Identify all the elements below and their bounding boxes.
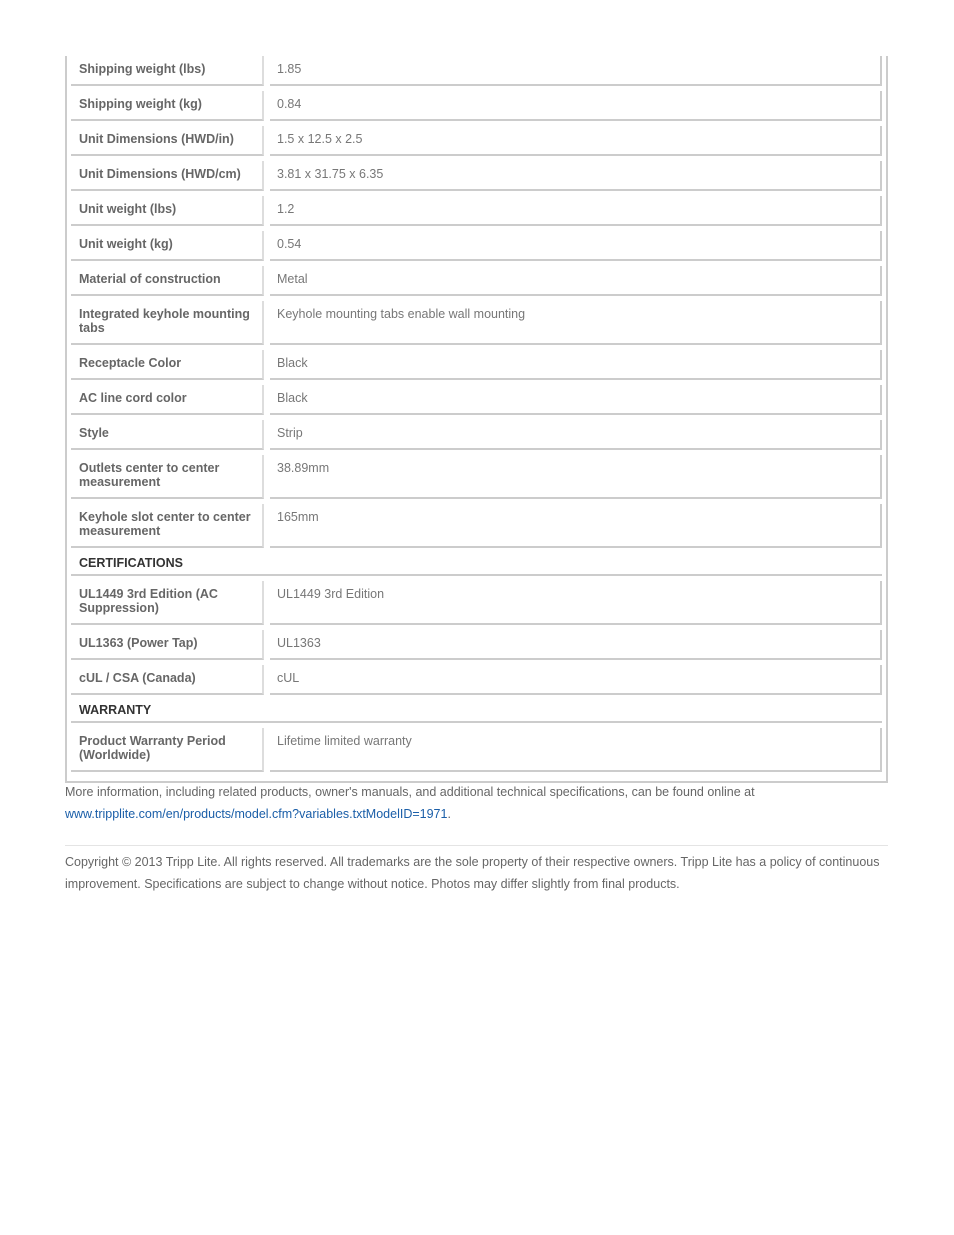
- spec-row: Unit Dimensions (HWD/cm) 3.81 x 31.75 x 6…: [71, 161, 882, 191]
- spec-value: Metal: [270, 266, 882, 296]
- spec-label: Receptacle Color: [71, 350, 264, 380]
- section-header: WARRANTY: [71, 700, 882, 723]
- spec-value: 38.89mm: [270, 455, 882, 499]
- spec-row: Integrated keyhole mounting tabs Keyhole …: [71, 301, 882, 345]
- spec-label: Integrated keyhole mounting tabs: [71, 301, 264, 345]
- link-suffix: .: [447, 807, 451, 821]
- section-header-row: CERTIFICATIONS: [71, 553, 882, 576]
- spec-row: Style Strip: [71, 420, 882, 450]
- spec-value: UL1449 3rd Edition: [270, 581, 882, 625]
- specifications-table-body: Shipping weight (lbs) 1.85 Shipping weight…: [71, 56, 882, 772]
- spec-label: Shipping weight (kg): [71, 91, 264, 121]
- spec-label: Shipping weight (lbs): [71, 56, 264, 86]
- spec-row: Unit weight (kg) 0.54: [71, 231, 882, 261]
- spec-row: UL1449 3rd Edition (AC Suppression) UL144…: [71, 581, 882, 625]
- spec-row: Receptacle Color Black: [71, 350, 882, 380]
- spec-row: Material of construction Metal: [71, 266, 882, 296]
- spec-value: cUL: [270, 665, 882, 695]
- spec-row: Unit Dimensions (HWD/in) 1.5 x 12.5 x 2.5: [71, 126, 882, 156]
- spec-label: UL1449 3rd Edition (AC Suppression): [71, 581, 264, 625]
- spec-value: Black: [270, 385, 882, 415]
- spec-label: Unit Dimensions (HWD/in): [71, 126, 264, 156]
- spec-label: Product Warranty Period (Worldwide): [71, 728, 264, 772]
- spec-value: 0.54: [270, 231, 882, 261]
- spec-value: 165mm: [270, 504, 882, 548]
- spec-label: Material of construction: [71, 266, 264, 296]
- spec-label: Unit Dimensions (HWD/cm): [71, 161, 264, 191]
- section-header: CERTIFICATIONS: [71, 553, 882, 576]
- spec-value: 1.5 x 12.5 x 2.5: [270, 126, 882, 156]
- spec-value: Keyhole mounting tabs enable wall mounti…: [270, 301, 882, 345]
- spec-row: AC line cord color Black: [71, 385, 882, 415]
- more-info-paragraph: More information, including related prod…: [65, 781, 888, 825]
- spec-row: UL1363 (Power Tap) UL1363: [71, 630, 882, 660]
- section-header-row: WARRANTY: [71, 700, 882, 723]
- copyright-notice: Copyright © 2013 Tripp Lite. All rights …: [65, 855, 880, 891]
- spec-value: Black: [270, 350, 882, 380]
- spec-row: Unit weight (lbs) 1.2: [71, 196, 882, 226]
- specifications-table: Shipping weight (lbs) 1.85 Shipping weight…: [65, 56, 888, 783]
- spec-value: 1.2: [270, 196, 882, 226]
- spec-value: 0.84: [270, 91, 882, 121]
- spec-label: Outlets center to center measurement: [71, 455, 264, 499]
- spec-row: cUL / CSA (Canada) cUL: [71, 665, 882, 695]
- spec-label: UL1363 (Power Tap): [71, 630, 264, 660]
- spec-row: Shipping weight (lbs) 1.85: [71, 56, 882, 86]
- spec-value: 3.81 x 31.75 x 6.35: [270, 161, 882, 191]
- spec-label: Unit weight (lbs): [71, 196, 264, 226]
- spec-value: Strip: [270, 420, 882, 450]
- more-info-text: More information, including related prod…: [65, 785, 755, 799]
- spec-label: AC line cord color: [71, 385, 264, 415]
- spec-label: Style: [71, 420, 264, 450]
- divider: [65, 845, 888, 846]
- spec-row: Product Warranty Period (Worldwide) Lifet…: [71, 728, 882, 772]
- spec-label: Keyhole slot center to center measuremen…: [71, 504, 264, 548]
- spec-value: Lifetime limited warranty: [270, 728, 882, 772]
- spec-label: Unit weight (kg): [71, 231, 264, 261]
- spec-value: 1.85: [270, 56, 882, 86]
- spec-value: UL1363: [270, 630, 882, 660]
- spec-row: Shipping weight (kg) 0.84: [71, 91, 882, 121]
- spec-row: Outlets center to center measurement 38.8…: [71, 455, 882, 499]
- spec-row: Keyhole slot center to center measuremen…: [71, 504, 882, 548]
- product-page-link[interactable]: www.tripplite.com/en/products/model.cfm?…: [65, 807, 447, 821]
- spec-label: cUL / CSA (Canada): [71, 665, 264, 695]
